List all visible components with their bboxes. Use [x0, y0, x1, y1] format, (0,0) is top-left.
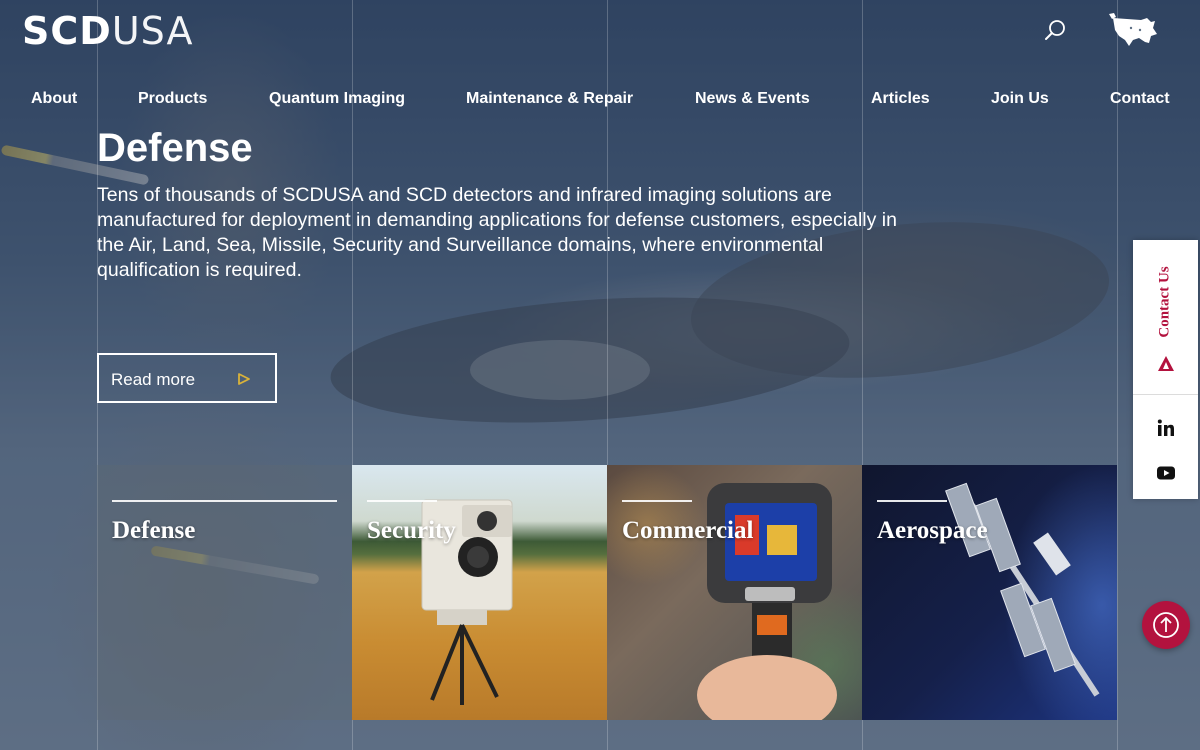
- read-more-label: Read more: [111, 370, 196, 389]
- contact-us-label: Contact Us: [1156, 266, 1173, 338]
- play-triangle-icon: [237, 372, 251, 386]
- card-title: Aerospace: [877, 517, 988, 544]
- logo-bold-text: SCD: [22, 9, 112, 53]
- read-more-button[interactable]: Read more: [97, 353, 277, 403]
- nav-item-maintenance-repair[interactable]: Maintenance & Repair: [466, 90, 633, 108]
- usa-map-icon[interactable]: [1107, 10, 1161, 50]
- category-card-commercial[interactable]: Commercial: [607, 465, 862, 720]
- hero-description: Tens of thousands of SCDUSA and SCD dete…: [97, 184, 897, 281]
- nav-item-news-events[interactable]: News & Events: [695, 90, 810, 108]
- scdusa-logo[interactable]: SCDUSA: [22, 12, 193, 50]
- hero-title: Defense: [97, 126, 253, 170]
- space-station-illustration: [945, 482, 1100, 697]
- grid-line: [1117, 0, 1118, 750]
- nav-item-quantum-imaging[interactable]: Quantum Imaging: [269, 90, 405, 108]
- main-nav: About Products Quantum Imaging Maintenan…: [0, 90, 1200, 112]
- nav-item-about[interactable]: About: [31, 90, 77, 108]
- card-divider: [877, 500, 947, 502]
- nav-item-products[interactable]: Products: [138, 90, 207, 108]
- contact-triangle-icon: [1157, 355, 1175, 373]
- thermal-camera-illustration: [697, 483, 837, 720]
- card-title: Commercial: [622, 517, 754, 544]
- category-card-aerospace[interactable]: Aerospace: [862, 465, 1117, 720]
- linkedin-icon[interactable]: [1156, 418, 1176, 438]
- category-card-security[interactable]: Security: [352, 465, 607, 720]
- nav-item-contact[interactable]: Contact: [1110, 90, 1170, 108]
- logo-thin-text: USA: [111, 9, 194, 53]
- card-title: Security: [367, 517, 456, 544]
- arrow-up-icon: [1153, 612, 1179, 638]
- nav-item-articles[interactable]: Articles: [871, 90, 930, 108]
- card-divider: [112, 500, 337, 502]
- card-divider: [622, 500, 692, 502]
- nav-item-join-us[interactable]: Join Us: [991, 90, 1049, 108]
- card-divider: [367, 500, 437, 502]
- youtube-icon[interactable]: [1156, 463, 1176, 483]
- contact-us-tab[interactable]: Contact Us: [1133, 240, 1198, 395]
- side-panel: Contact Us: [1133, 240, 1198, 499]
- category-card-defense[interactable]: Defense: [97, 465, 352, 720]
- security-camera-illustration: [421, 499, 513, 705]
- search-icon[interactable]: [1043, 17, 1069, 43]
- card-title: Defense: [112, 517, 196, 544]
- scroll-to-top-button[interactable]: [1142, 601, 1190, 649]
